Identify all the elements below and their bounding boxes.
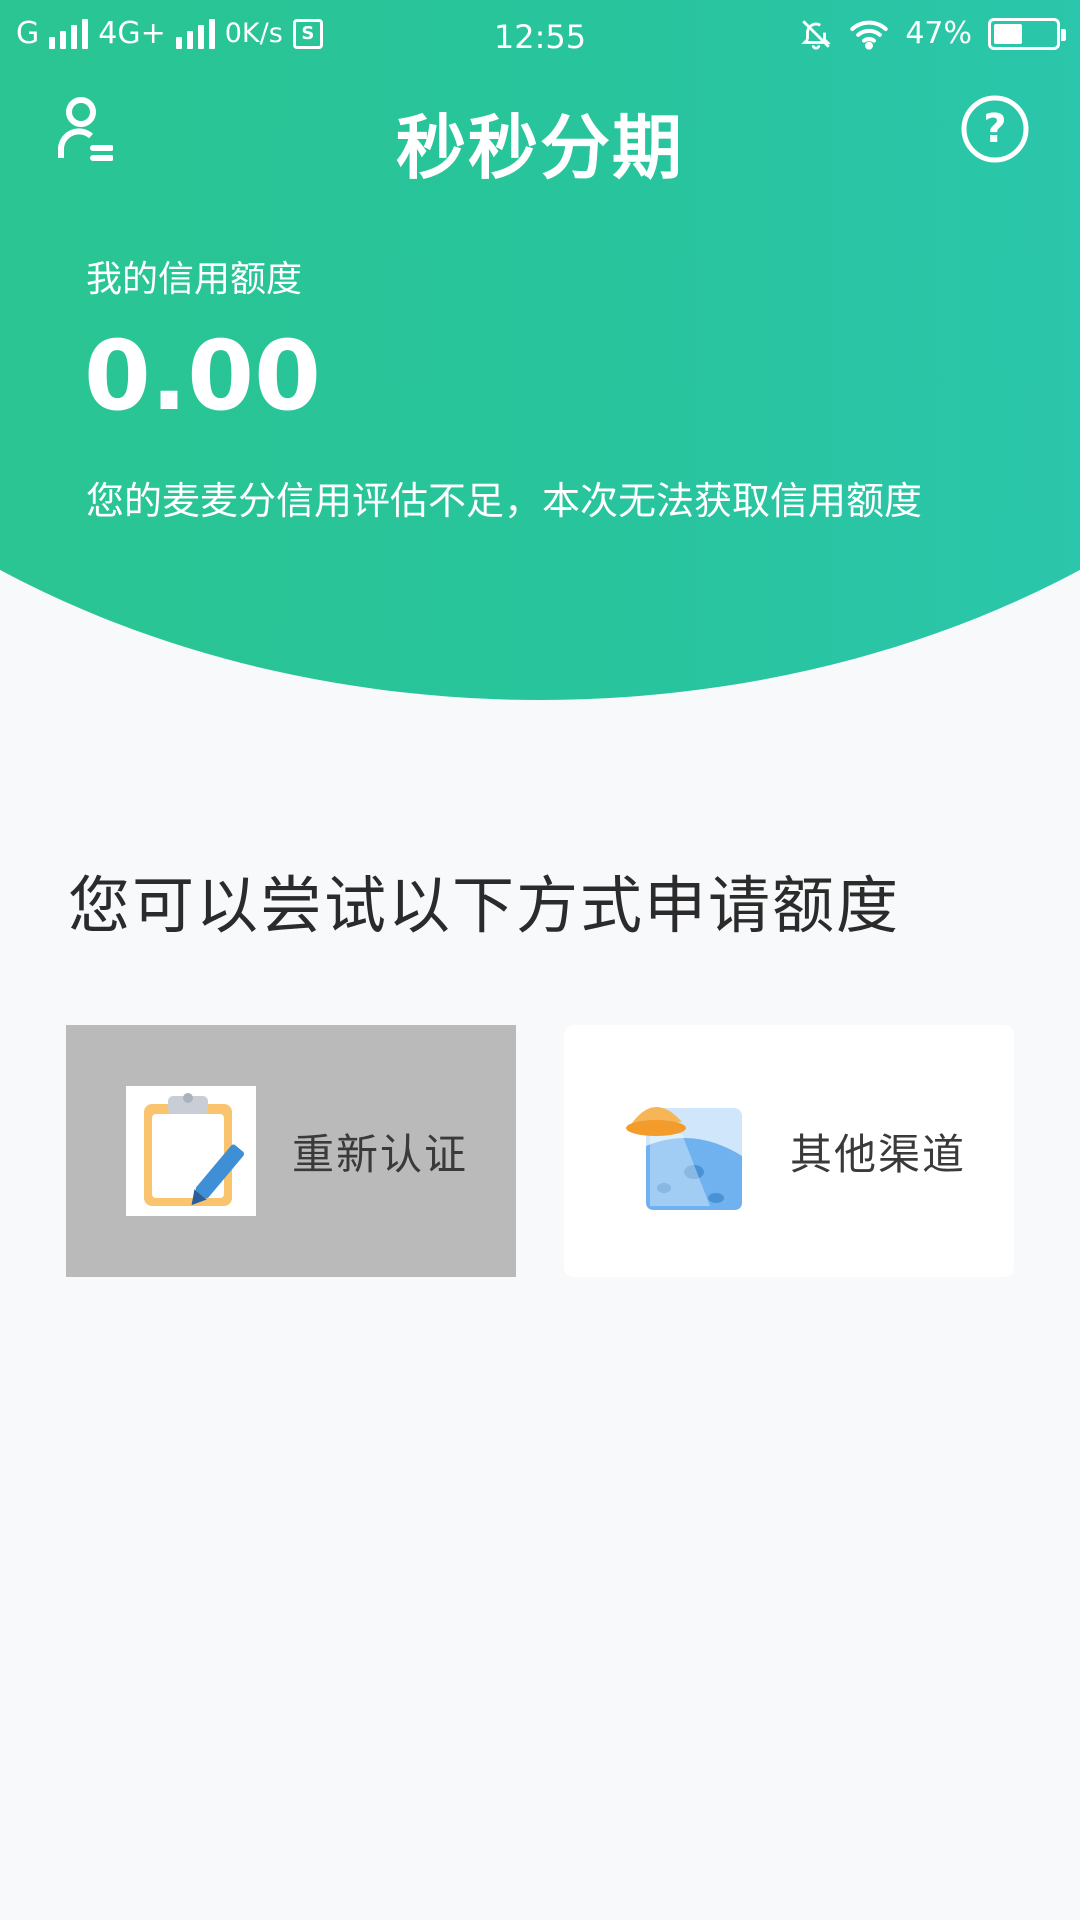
battery-percent: 47% xyxy=(905,16,972,51)
credit-description: 您的麦麦分信用评估不足，本次无法获取信用额度 xyxy=(86,479,923,523)
reverify-button[interactable]: 重新认证 xyxy=(66,1025,516,1277)
battery-icon xyxy=(988,17,1066,50)
svg-text:?: ? xyxy=(983,106,1006,152)
screen: G 4G+ 0K/s S 12:55 47% 秒秒分期 ? 我的信用额度 0.0… xyxy=(0,0,1080,1920)
wifi-icon xyxy=(850,20,888,50)
clipboard-pen-icon xyxy=(126,1086,256,1216)
credit-label: 我的信用额度 xyxy=(86,259,303,300)
help-button[interactable]: ? xyxy=(940,74,1050,184)
status-bar: G 4G+ 0K/s S 12:55 47% xyxy=(0,0,1080,74)
reverify-label: 重新认证 xyxy=(292,1129,469,1179)
credit-amount: 0.00 xyxy=(84,320,321,432)
options-section-title: 您可以尝试以下方式申请额度 xyxy=(68,869,901,942)
other-channels-button[interactable]: 其他渠道 xyxy=(564,1025,1014,1277)
app-bar: 秒秒分期 ? xyxy=(0,74,1080,194)
battery-fill xyxy=(994,23,1023,44)
help-question-icon: ? xyxy=(961,95,1029,163)
bell-muted-icon xyxy=(801,19,832,50)
status-right: 47% xyxy=(799,16,1066,51)
ufo-planet-icon xyxy=(624,1086,754,1216)
app-title: 秒秒分期 xyxy=(396,107,684,189)
other-channels-label: 其他渠道 xyxy=(790,1129,967,1179)
